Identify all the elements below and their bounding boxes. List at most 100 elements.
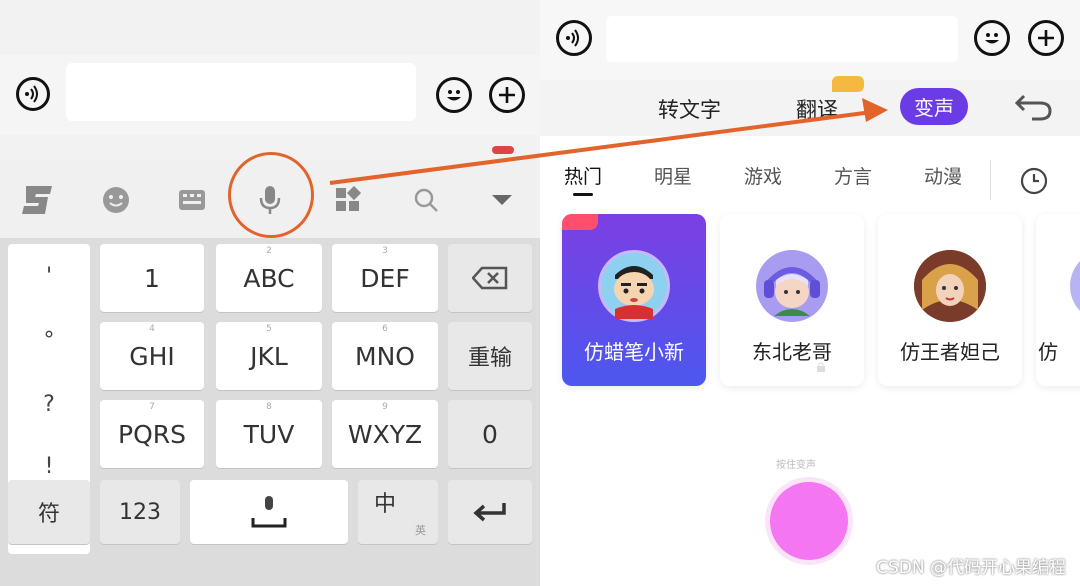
backspace-key[interactable] bbox=[448, 244, 532, 312]
key-label: PQRS bbox=[118, 419, 186, 449]
smiley-icon bbox=[985, 33, 999, 44]
screenshot-root: ' ° ? ! 1 2 ABC 3 DEF 4 GHI 5 JKL 6 MNO … bbox=[0, 0, 1080, 586]
category-divider bbox=[990, 160, 991, 200]
key-mini-digit: 9 bbox=[382, 402, 388, 412]
category-game[interactable]: 游戏 bbox=[744, 162, 782, 189]
northeast-bro-avatar-icon bbox=[764, 267, 820, 316]
chinese-english-toggle-key[interactable]: 中 英 bbox=[358, 480, 438, 544]
plus-icon bbox=[499, 87, 515, 103]
voice-name: 东北老哥 bbox=[752, 340, 832, 364]
category-anime[interactable]: 动漫 bbox=[924, 162, 962, 189]
key-zero[interactable]: 0 bbox=[448, 400, 532, 468]
avatar bbox=[598, 250, 670, 322]
space-key[interactable] bbox=[190, 480, 348, 544]
small-red-badge bbox=[492, 146, 514, 154]
key-mini-digit: 2 bbox=[266, 246, 272, 256]
csdn-watermark: CSDN @代码开心果编程 bbox=[876, 558, 1066, 578]
key-ghi[interactable]: 4 GHI bbox=[100, 322, 204, 390]
hot-tag-badge bbox=[562, 214, 598, 230]
key-label: 中 bbox=[374, 492, 397, 517]
tab-voice-change[interactable]: 变声 bbox=[900, 88, 968, 125]
microphone-highlight-circle bbox=[228, 152, 314, 238]
key-1[interactable]: 1 bbox=[100, 244, 204, 312]
press-to-change-hint: 按住变声 bbox=[776, 460, 816, 471]
right-chat-input-bar bbox=[540, 0, 1080, 80]
voice-input-toggle-button[interactable] bbox=[556, 20, 592, 56]
plus-icon bbox=[1038, 30, 1054, 46]
key-label: GHI bbox=[129, 341, 175, 371]
key-label: 符 bbox=[37, 502, 60, 527]
voice-mode-tabs: 转文字 翻译 变声 bbox=[540, 80, 1080, 136]
sogou-logo-icon[interactable] bbox=[20, 182, 56, 218]
key-mini-digit: 5 bbox=[266, 324, 272, 334]
tab-translate[interactable]: 翻译 bbox=[796, 94, 838, 124]
key-mini-digit: 4 bbox=[149, 324, 155, 334]
key-label: 重输 bbox=[467, 346, 512, 371]
voice-card-partial[interactable]: 仿 bbox=[1036, 214, 1080, 386]
active-category-underline bbox=[573, 193, 593, 196]
voice-card-crayon-shin[interactable]: 仿蜡笔小新 bbox=[562, 214, 706, 386]
right-panel-voice-changer: 转文字 翻译 变声 热门 明星 游戏 方言 动漫 仿蜡笔小新 东北老哥 仿王者妲… bbox=[540, 0, 1080, 586]
left-panel-keyboard: ' ° ? ! 1 2 ABC 3 DEF 4 GHI 5 JKL 6 MNO … bbox=[0, 0, 540, 586]
backspace-icon bbox=[472, 266, 508, 290]
key-label: JKL bbox=[250, 341, 288, 371]
key-mini-digit: 6 bbox=[382, 324, 388, 334]
key-def[interactable]: 3 DEF bbox=[332, 244, 438, 312]
punct-exclamation[interactable]: ! bbox=[8, 454, 90, 479]
reinput-key[interactable]: 重输 bbox=[448, 322, 532, 390]
key-label: DEF bbox=[360, 263, 410, 293]
avatar bbox=[1070, 250, 1080, 322]
history-clock-icon[interactable] bbox=[1019, 166, 1049, 196]
category-hot[interactable]: 热门 bbox=[564, 162, 602, 189]
emoji-button[interactable] bbox=[436, 77, 472, 113]
plus-button[interactable] bbox=[1028, 20, 1064, 56]
right-message-input[interactable] bbox=[606, 16, 958, 62]
key-label: WXYZ bbox=[347, 419, 423, 449]
key-label: 1 bbox=[144, 263, 160, 293]
key-wxyz[interactable]: 9 WXYZ bbox=[332, 400, 438, 468]
enter-key[interactable] bbox=[448, 480, 532, 544]
avatar bbox=[756, 250, 828, 322]
voice-category-row: 热门 明星 游戏 方言 动漫 bbox=[540, 148, 1080, 204]
key-label: ABC bbox=[243, 263, 295, 293]
number-mode-key[interactable]: 123 bbox=[100, 480, 180, 544]
key-abc[interactable]: 2 ABC bbox=[216, 244, 322, 312]
key-jkl[interactable]: 5 JKL bbox=[216, 322, 322, 390]
emoji-button[interactable] bbox=[974, 20, 1010, 56]
key-tuv[interactable]: 8 TUV bbox=[216, 400, 322, 468]
space-mic-icon bbox=[251, 496, 287, 528]
t9-keyboard: ' ° ? ! 1 2 ABC 3 DEF 4 GHI 5 JKL 6 MNO … bbox=[0, 238, 540, 586]
collapse-keyboard-icon[interactable] bbox=[484, 182, 520, 218]
return-icon bbox=[473, 503, 506, 522]
key-mini-digit: 3 bbox=[382, 246, 388, 256]
voice-wave-icon bbox=[25, 85, 38, 103]
category-celebrity[interactable]: 明星 bbox=[654, 162, 692, 189]
key-label: MNO bbox=[355, 341, 415, 371]
voice-wave-icon bbox=[566, 29, 579, 47]
plus-button[interactable] bbox=[489, 77, 525, 113]
key-label: 0 bbox=[482, 419, 498, 449]
keyboard-switch-icon[interactable] bbox=[174, 182, 210, 218]
undo-icon[interactable] bbox=[1014, 92, 1054, 122]
key-label: 123 bbox=[119, 499, 161, 525]
punct-degree[interactable]: ° bbox=[8, 328, 90, 353]
smiley-icon bbox=[447, 90, 461, 101]
tab-speech-to-text[interactable]: 转文字 bbox=[658, 94, 721, 124]
left-chat-input-bar bbox=[0, 55, 540, 135]
punct-apostrophe[interactable]: ' bbox=[8, 264, 90, 289]
grid-menu-icon[interactable] bbox=[330, 182, 366, 218]
category-dialect[interactable]: 方言 bbox=[834, 162, 872, 189]
hold-to-record-button[interactable] bbox=[770, 482, 848, 560]
lock-icon bbox=[817, 362, 825, 372]
left-message-input[interactable] bbox=[66, 63, 416, 121]
key-sub-label: 英 bbox=[415, 524, 426, 537]
voice-name: 仿蜡笔小新 bbox=[584, 340, 684, 364]
voice-card-northeast-bro[interactable]: 东北老哥 bbox=[720, 214, 864, 386]
symbol-key[interactable]: 符 bbox=[8, 480, 90, 544]
search-icon[interactable] bbox=[408, 182, 444, 218]
key-pqrs[interactable]: 7 PQRS bbox=[100, 400, 204, 468]
voice-input-toggle-button[interactable] bbox=[16, 77, 50, 111]
punct-question[interactable]: ? bbox=[8, 392, 90, 417]
emoji-panel-icon[interactable] bbox=[98, 182, 134, 218]
key-mno[interactable]: 6 MNO bbox=[332, 322, 438, 390]
